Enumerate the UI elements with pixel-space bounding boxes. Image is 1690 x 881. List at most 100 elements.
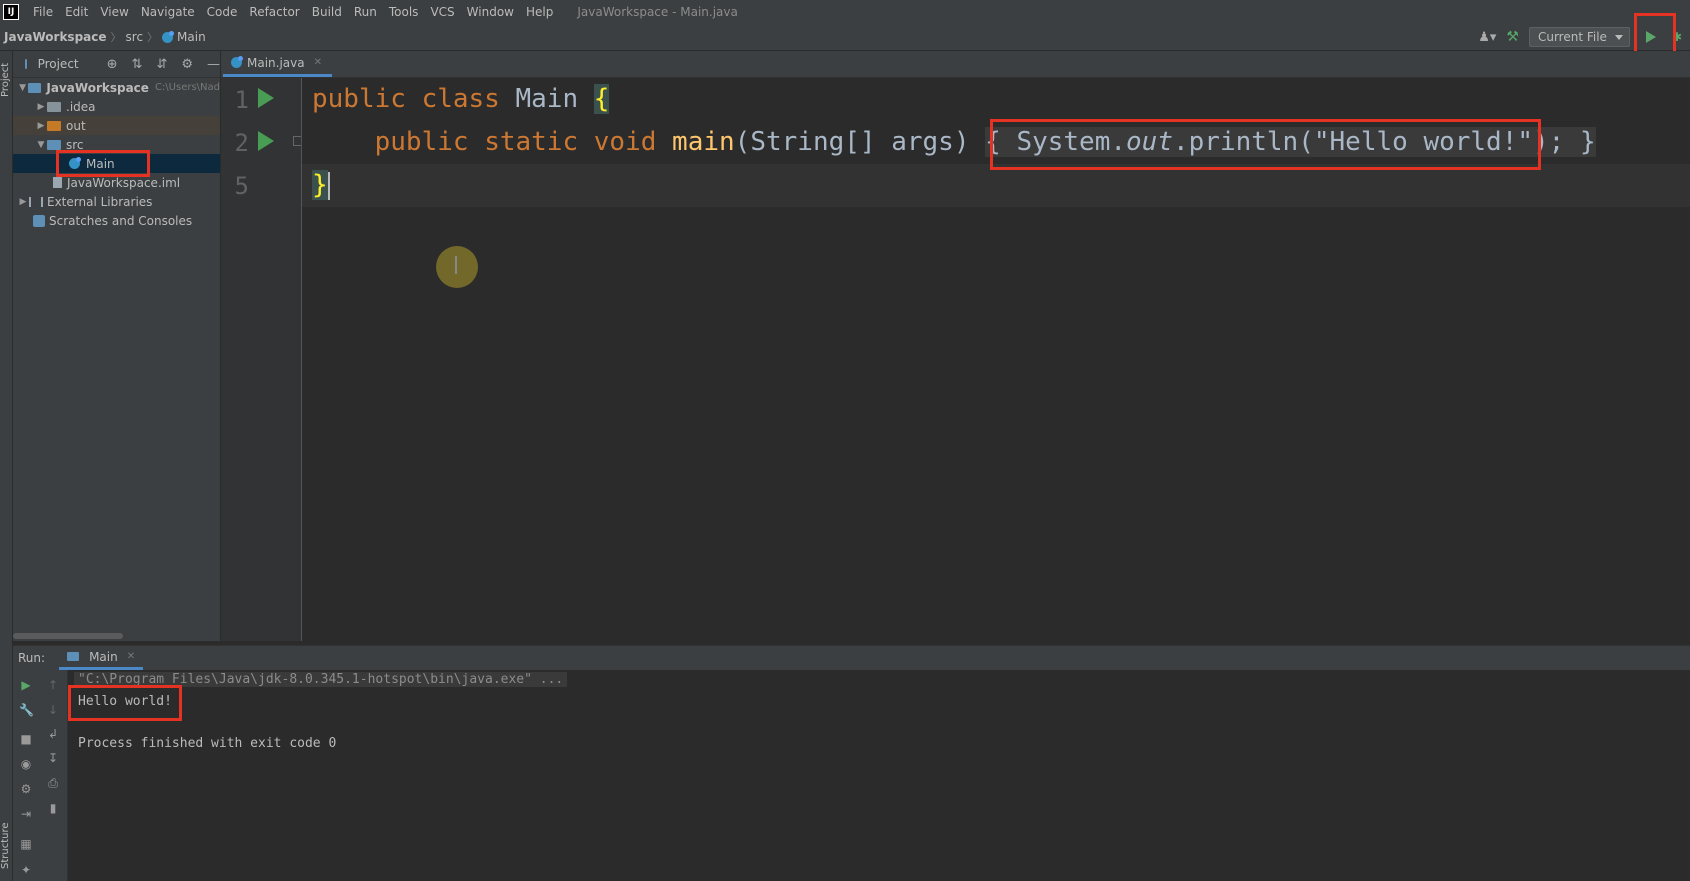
text-caret [327,171,330,200]
pin-icon[interactable]: ✦ [19,863,33,877]
breadcrumb-src[interactable]: src [122,30,148,44]
project-panel: Project ⊕ ⇅ ⇵ ⚙ — ▼ JavaWorkspace C:\Use… [13,51,221,641]
tree-item-label: Scratches and Consoles [49,213,193,228]
menu-vcs[interactable]: VCS [424,5,460,19]
run-gutter-icon[interactable] [258,131,274,151]
libraries-icon [29,196,43,207]
run-configuration-select[interactable]: Current File [1528,27,1630,47]
println-statement-highlight-box [990,119,1541,170]
java-class-icon [162,30,175,43]
rerun-icon[interactable]: ▶ [19,678,33,692]
chevron-right-icon[interactable]: ▶ [35,102,47,112]
exit-icon[interactable]: ⇥ [19,807,33,821]
run-toolbar-secondary: ↑ ↓ ↲ ↧ ⎙ ▮ [40,670,68,881]
run-console[interactable]: "C:\Program Files\Java\jdk-8.0.345.1-hot… [68,670,1690,881]
code-token: (String[] args) [734,127,986,157]
window-title: JavaWorkspace - Main.java [577,5,738,19]
menu-bar: IJ File Edit View Navigate Code Refactor… [0,0,1690,24]
scratches-icon [33,214,45,227]
menu-file[interactable]: File [27,5,59,19]
menu-build[interactable]: Build [306,5,348,19]
project-panel-title[interactable]: Project [38,57,79,71]
run-gutter-icon[interactable] [258,88,274,108]
settings-gear-icon[interactable]: ⚙ [181,57,193,72]
layout-icon[interactable]: ▦ [19,837,33,851]
project-panel-header: Project ⊕ ⇅ ⇵ ⚙ — [13,51,220,78]
breadcrumb-main[interactable]: Main [158,30,210,44]
arrow-up-icon[interactable]: ↑ [46,678,60,692]
code-token: } [312,170,328,200]
chevron-right-icon[interactable]: ▶ [17,197,29,207]
menu-refactor[interactable]: Refactor [243,5,305,19]
editor-gutter: 1 2 5 [221,78,303,641]
tree-item-label: .idea [66,99,96,114]
tree-item-external-libraries[interactable]: ▶ External Libraries [13,192,220,211]
code-token: { [593,84,610,114]
breadcrumb-separator-icon: 〉 [147,31,159,44]
code-token: public class [312,84,516,114]
folder-icon [47,101,61,112]
chevron-down-icon[interactable]: ▼ [35,140,47,150]
tree-item-scratches[interactable]: Scratches and Consoles [13,211,220,230]
tree-item-label: External Libraries [47,194,153,209]
source-folder-icon [47,139,61,150]
arrow-down-icon[interactable]: ↓ [46,703,60,717]
tree-item-idea[interactable]: ▶ .idea [13,97,220,116]
menu-code[interactable]: Code [201,5,244,19]
code-line-1[interactable]: public class Main { [312,84,610,114]
editor-tab-bar: Main.java ✕ [221,51,1690,78]
java-class-icon [231,56,243,68]
tree-item-out[interactable]: ▶ out [13,116,220,135]
menu-edit[interactable]: Edit [59,5,94,19]
code-token: } [1564,127,1596,157]
left-tool-strip: Project Structure [0,51,13,881]
tree-item-javaworkspace[interactable]: ▼ JavaWorkspace C:\Users\Nad [13,78,220,97]
collapse-all-icon[interactable]: ⇵ [156,57,167,72]
structure-tool-tab[interactable]: Structure [0,822,11,869]
line-number: 2 [234,129,249,157]
chevron-down-icon[interactable]: ▼ [17,83,28,93]
chevron-right-icon[interactable]: ▶ [35,121,47,131]
tab-main-java[interactable]: Main.java ✕ [223,51,332,77]
navigation-bar: JavaWorkspace 〉 src 〉 Main ♟▾ ⚒ Current … [0,24,1690,51]
line-number: 1 [234,86,249,114]
print-icon[interactable]: ⎙ [46,776,60,790]
tree-item-label: out [66,118,86,133]
scroll-to-end-icon[interactable]: ↧ [46,751,60,765]
menu-help[interactable]: Help [520,5,559,19]
project-view-icon [25,59,27,69]
module-folder-icon [28,82,42,93]
run-tab-main[interactable]: Main ✕ [59,646,144,670]
close-icon[interactable]: ✕ [127,651,135,662]
user-account-icon[interactable]: ♟▾ [1478,30,1496,45]
code-line-3[interactable]: } [312,170,330,200]
breadcrumb-separator-icon: 〉 [110,31,122,44]
ibeam-cursor-icon [455,256,457,274]
build-hammer-icon[interactable]: ⚒ [1506,29,1519,45]
run-window-label: Run: [18,651,46,665]
locate-file-icon[interactable]: ⊕ [107,57,118,72]
trash-icon[interactable]: ▮ [46,801,60,815]
menu-navigate[interactable]: Navigate [135,5,201,19]
menu-window[interactable]: Window [461,5,520,19]
stop-icon[interactable]: ■ [19,732,33,746]
breadcrumb-project[interactable]: JavaWorkspace [0,30,111,44]
code-token: Main [515,84,594,114]
run-window-header: Run: Main ✕ [13,645,1690,670]
wrench-icon[interactable]: 🔧 [19,703,34,717]
menu-run[interactable]: Run [348,5,383,19]
restore-layout-icon[interactable]: ⚙ [19,782,33,796]
project-tool-tab[interactable]: Project [0,63,11,97]
code-editor[interactable]: public class Main { public static void m… [302,78,1690,641]
camera-icon[interactable]: ◉ [19,757,33,771]
console-exit-line: Process finished with exit code 0 [78,736,337,751]
close-icon[interactable]: ✕ [314,57,322,68]
horizontal-scrollbar[interactable] [13,633,123,639]
menu-view[interactable]: View [94,5,134,19]
expand-all-icon[interactable]: ⇅ [132,57,143,72]
menu-tools[interactable]: Tools [383,5,425,19]
tree-item-path-hint: C:\Users\Nad [154,82,220,93]
hide-panel-icon[interactable]: — [207,57,220,72]
soft-wrap-icon[interactable]: ↲ [46,727,60,741]
